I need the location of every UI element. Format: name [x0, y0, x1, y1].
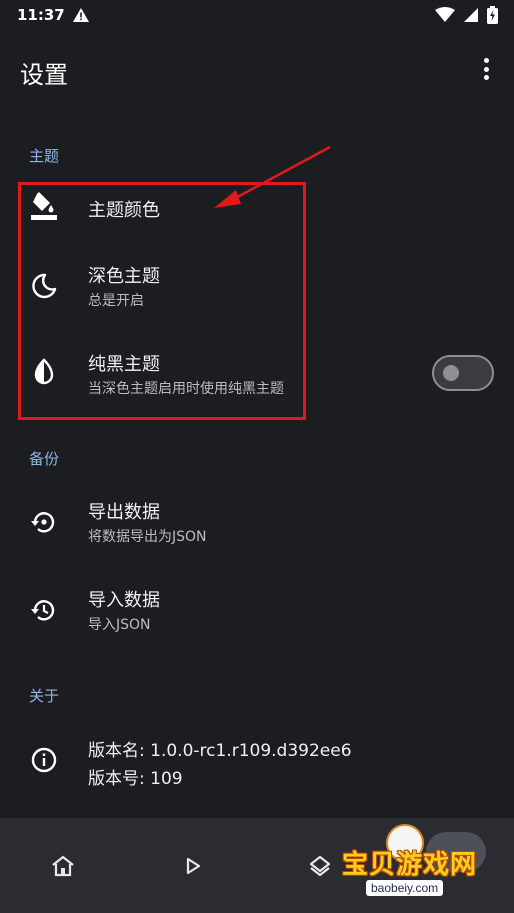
about-version-info: 版本名: 1.0.0-rc1.r109.d392ee6 版本号: 109	[0, 728, 514, 792]
section-header-backup: 备份	[29, 450, 60, 468]
layers-icon[interactable]	[302, 848, 338, 884]
setting-subtitle: 将数据导出为JSON	[88, 529, 207, 545]
setting-import-data[interactable]: 导入数据 导入JSON	[0, 578, 514, 638]
setting-subtitle: 导入JSON	[88, 617, 151, 633]
setting-title: 导出数据	[88, 502, 160, 523]
watermark-text: 宝贝游戏网	[342, 850, 478, 880]
setting-export-data[interactable]: 导出数据 将数据导出为JSON	[0, 490, 514, 550]
watermark-url: baobeiy.com	[366, 880, 444, 896]
version-code: 版本号: 109	[88, 769, 183, 789]
version-name: 版本名: 1.0.0-rc1.r109.d392ee6	[88, 741, 352, 761]
info-icon	[30, 746, 58, 774]
watermark: 宝贝游戏网 baobeiy.com	[338, 820, 508, 910]
history-icon	[30, 596, 58, 624]
home-icon[interactable]	[45, 848, 81, 884]
backup-restore-icon	[30, 508, 58, 536]
setting-title: 导入数据	[88, 590, 160, 611]
play-icon[interactable]	[175, 848, 211, 884]
section-header-about: 关于	[29, 687, 60, 705]
